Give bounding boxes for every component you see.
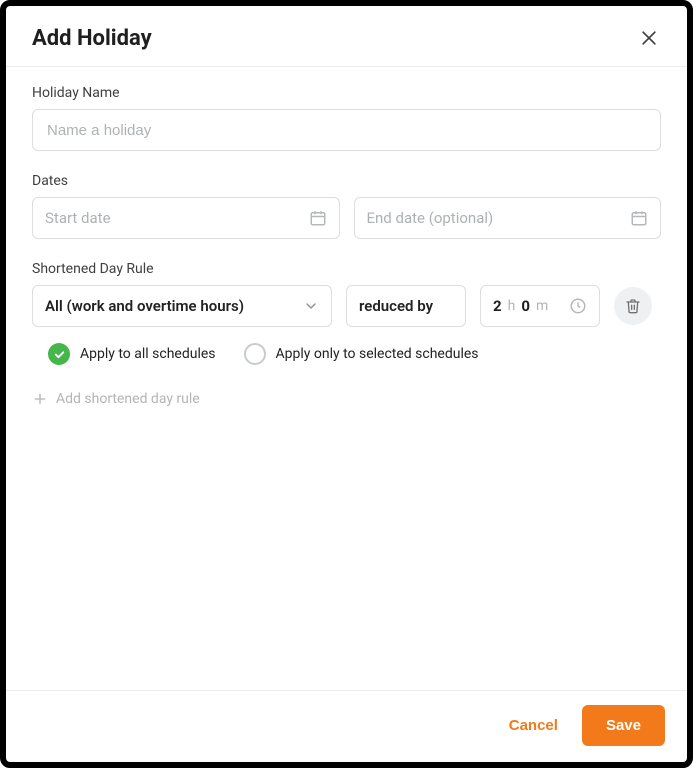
rule-hours: 2: [493, 297, 502, 315]
apply-selected-radio[interactable]: Apply only to selected schedules: [244, 343, 479, 365]
rule-duration-input[interactable]: 2 h 0 m: [480, 285, 600, 327]
apply-all-radio[interactable]: Apply to all schedules: [48, 343, 216, 365]
rule-section-label: Shortened Day Rule: [32, 261, 661, 277]
rule-mode-label: reduced by: [359, 297, 433, 315]
start-date-input[interactable]: Start date: [32, 197, 340, 239]
plus-icon: [32, 391, 48, 407]
chevron-down-icon: [303, 298, 319, 314]
rule-type-select[interactable]: All (work and overtime hours): [32, 285, 332, 327]
start-date-placeholder: Start date: [45, 209, 111, 227]
close-icon: [639, 28, 659, 48]
calendar-icon: [309, 209, 327, 227]
apply-all-label: Apply to all schedules: [80, 346, 216, 362]
save-button[interactable]: Save: [582, 705, 665, 746]
end-date-placeholder: End date (optional): [367, 209, 494, 227]
rule-hours-unit: h: [508, 298, 516, 314]
rule-mode-box[interactable]: reduced by: [346, 285, 466, 327]
trash-icon: [625, 298, 641, 314]
clock-icon: [569, 297, 587, 315]
dates-section: Dates Start date End date (optional): [32, 173, 661, 239]
holiday-name-section: Holiday Name: [32, 85, 661, 151]
modal-footer: Cancel Save: [6, 690, 687, 762]
modal-title: Add Holiday: [32, 26, 152, 51]
end-date-input[interactable]: End date (optional): [354, 197, 662, 239]
holiday-name-label: Holiday Name: [32, 85, 661, 101]
radio-unchecked-icon: [244, 343, 266, 365]
cancel-button[interactable]: Cancel: [499, 707, 568, 744]
add-rule-button[interactable]: Add shortened day rule: [32, 391, 661, 407]
dates-label: Dates: [32, 173, 661, 189]
apply-scope-radio-group: Apply to all schedules Apply only to sel…: [32, 343, 661, 365]
add-rule-label: Add shortened day rule: [56, 391, 200, 407]
rule-minutes-unit: m: [536, 298, 548, 314]
apply-selected-label: Apply only to selected schedules: [276, 346, 479, 362]
close-button[interactable]: [635, 24, 663, 52]
calendar-icon: [630, 209, 648, 227]
delete-rule-button[interactable]: [614, 287, 652, 325]
rule-type-label: All (work and overtime hours): [45, 297, 244, 315]
modal-body: Holiday Name Dates Start date End date (…: [6, 67, 687, 690]
shortened-day-rule-section: Shortened Day Rule All (work and overtim…: [32, 261, 661, 407]
radio-checked-icon: [48, 343, 70, 365]
dates-row: Start date End date (optional): [32, 197, 661, 239]
holiday-name-input[interactable]: [32, 109, 661, 151]
rule-row: All (work and overtime hours) reduced by…: [32, 285, 661, 327]
modal-header: Add Holiday: [6, 6, 687, 67]
rule-minutes: 0: [521, 297, 530, 315]
add-holiday-modal: Add Holiday Holiday Name Dates Start dat…: [0, 0, 693, 768]
